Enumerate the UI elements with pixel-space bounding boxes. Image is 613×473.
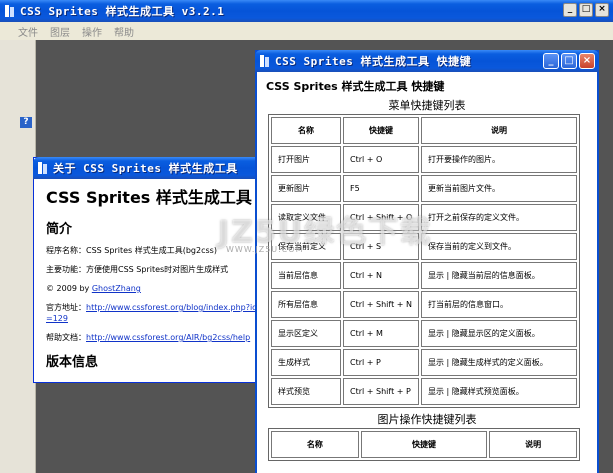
shortcut-desc: 更新当前图片文件。 [421, 175, 577, 202]
shortcut-name: 当前层信息 [271, 262, 341, 289]
copyright: © 2009 by GhostZhang [46, 283, 262, 294]
main-title-bar[interactable]: CSS Sprites 样式生成工具 v3.2.1 _ □ × [0, 0, 613, 22]
shortcut-title-bar[interactable]: CSS Sprites 样式生成工具 快捷键 _ □ × [255, 50, 599, 72]
minimize-button[interactable]: _ [563, 3, 577, 17]
table-row: 生成样式 Ctrl + P 显示 | 隐藏生成样式的定义面板。 [271, 349, 577, 376]
table-row: 当前层信息 Ctrl + N 显示 | 隐藏当前层的信息面板。 [271, 262, 577, 289]
author-link[interactable]: GhostZhang [92, 284, 141, 293]
shortcut-desc: 打开要操作的图片。 [421, 146, 577, 173]
shortcut-name: 样式预览 [271, 378, 341, 405]
shortcut-key: Ctrl + Shift + N [343, 291, 419, 318]
version-title: 版本信息 [46, 355, 99, 370]
about-title-bar[interactable]: 关于 CSS Sprites 样式生成工具 [33, 157, 263, 179]
about-dialog: 关于 CSS Sprites 样式生成工具 CSS Sprites 样式生成工具… [33, 157, 263, 383]
shortcut-desc: 保存当前的定义到文件。 [421, 233, 577, 260]
shortcut-name: 生成样式 [271, 349, 341, 376]
shortcut-content: CSS Sprites 样式生成工具 快捷键 菜单快捷键列表 名称 快捷键 说明… [266, 78, 588, 473]
menu-help[interactable]: 帮助 [114, 24, 134, 39]
table-row: 样式预览 Ctrl + Shift + P 显示 | 隐藏样式预览面板。 [271, 378, 577, 405]
shortcut-key: Ctrl + O [343, 146, 419, 173]
table-row: 所有层信息 Ctrl + Shift + N 打当前层的信息窗口。 [271, 291, 577, 318]
official-label: 官方地址： [46, 303, 86, 312]
image-shortcut-table: 名称 快捷键 说明 [268, 428, 580, 461]
image-section-caption: 图片操作快捷键列表 [377, 413, 477, 426]
col-name: 名称 [271, 117, 341, 144]
close-button[interactable]: × [595, 3, 609, 17]
about-app-icon [37, 162, 49, 174]
maximize-button[interactable]: □ [579, 3, 593, 17]
main-function: 主要功能：方便使用CSS Sprites时对图片生成样式 [46, 265, 229, 274]
shortcut-minimize-button[interactable]: _ [543, 53, 559, 69]
shortcut-desc: 打当前层的信息窗口。 [421, 291, 577, 318]
menu-layer[interactable]: 图层 [50, 24, 70, 39]
help-icon[interactable]: ? [20, 117, 32, 128]
shortcut-desc: 显示 | 隐藏生成样式的定义面板。 [421, 349, 577, 376]
help-url-link[interactable]: http://www.cssforest.org/AIR/bg2css/help [86, 333, 250, 342]
help-label: 帮助文档： [46, 333, 86, 342]
table-row: 打开图片 Ctrl + O 打开要操作的图片。 [271, 146, 577, 173]
menu-shortcut-table: 名称 快捷键 说明 打开图片 Ctrl + O 打开要操作的图片。 更新图片 F5 更新当… [268, 114, 580, 408]
menu-operate[interactable]: 操作 [82, 24, 102, 39]
shortcut-key: Ctrl + M [343, 320, 419, 347]
shortcut-heading: CSS Sprites 样式生成工具 快捷键 [266, 80, 445, 93]
col-key: 快捷键 [343, 117, 419, 144]
official-site: 官方地址：http://www.cssforest.org/blog/index… [46, 302, 262, 324]
help-doc: 帮助文档：http://www.cssforest.org/AIR/bg2css… [46, 332, 262, 343]
col-desc: 说明 [489, 431, 577, 458]
about-title: 关于 CSS Sprites 样式生成工具 [53, 162, 238, 175]
shortcut-desc: 显示 | 隐藏显示区的定义面板。 [421, 320, 577, 347]
about-heading: CSS Sprites 样式生成工具 [46, 188, 252, 207]
menu-section-caption: 菜单快捷键列表 [388, 99, 466, 112]
col-desc: 说明 [421, 117, 577, 144]
shortcut-window-title: CSS Sprites 样式生成工具 快捷键 [275, 55, 472, 68]
main-window-title: CSS Sprites 样式生成工具 v3.2.1 [20, 5, 225, 18]
col-key: 快捷键 [360, 431, 488, 458]
shortcut-name: 打开图片 [271, 146, 341, 173]
shortcut-desc: 显示 | 隐藏当前层的信息面板。 [421, 262, 577, 289]
shortcut-maximize-button[interactable]: □ [561, 53, 577, 69]
shortcut-name: 所有层信息 [271, 291, 341, 318]
shortcut-close-button[interactable]: × [579, 53, 595, 69]
table-row: 更新图片 F5 更新当前图片文件。 [271, 175, 577, 202]
shortcut-key: Ctrl + P [343, 349, 419, 376]
shortcut-key: Ctrl + N [343, 262, 419, 289]
shortcut-desc: 打开之前保存的定义文件。 [421, 204, 577, 231]
col-name: 名称 [271, 431, 359, 458]
table-row: 显示区定义 Ctrl + M 显示 | 隐藏显示区的定义面板。 [271, 320, 577, 347]
shortcut-key: Ctrl + Shift + P [343, 378, 419, 405]
menu-file[interactable]: 文件 [18, 24, 38, 39]
shortcut-desc: 显示 | 隐藏样式预览面板。 [421, 378, 577, 405]
shortcut-name: 显示区定义 [271, 320, 341, 347]
shortcut-key: F5 [343, 175, 419, 202]
menu-bar: 文件 图层 操作 帮助 [0, 22, 613, 40]
watermark-sub: WWW.JZ5U.COM [226, 245, 304, 254]
tool-sidebar [0, 40, 36, 473]
shortcut-window: CSS Sprites 样式生成工具 快捷键 _ □ × CSS Sprites… [255, 50, 599, 473]
copyright-prefix: © 2009 by [46, 284, 92, 293]
shortcut-app-icon [259, 55, 271, 67]
shortcut-name: 更新图片 [271, 175, 341, 202]
app-icon [4, 5, 16, 17]
